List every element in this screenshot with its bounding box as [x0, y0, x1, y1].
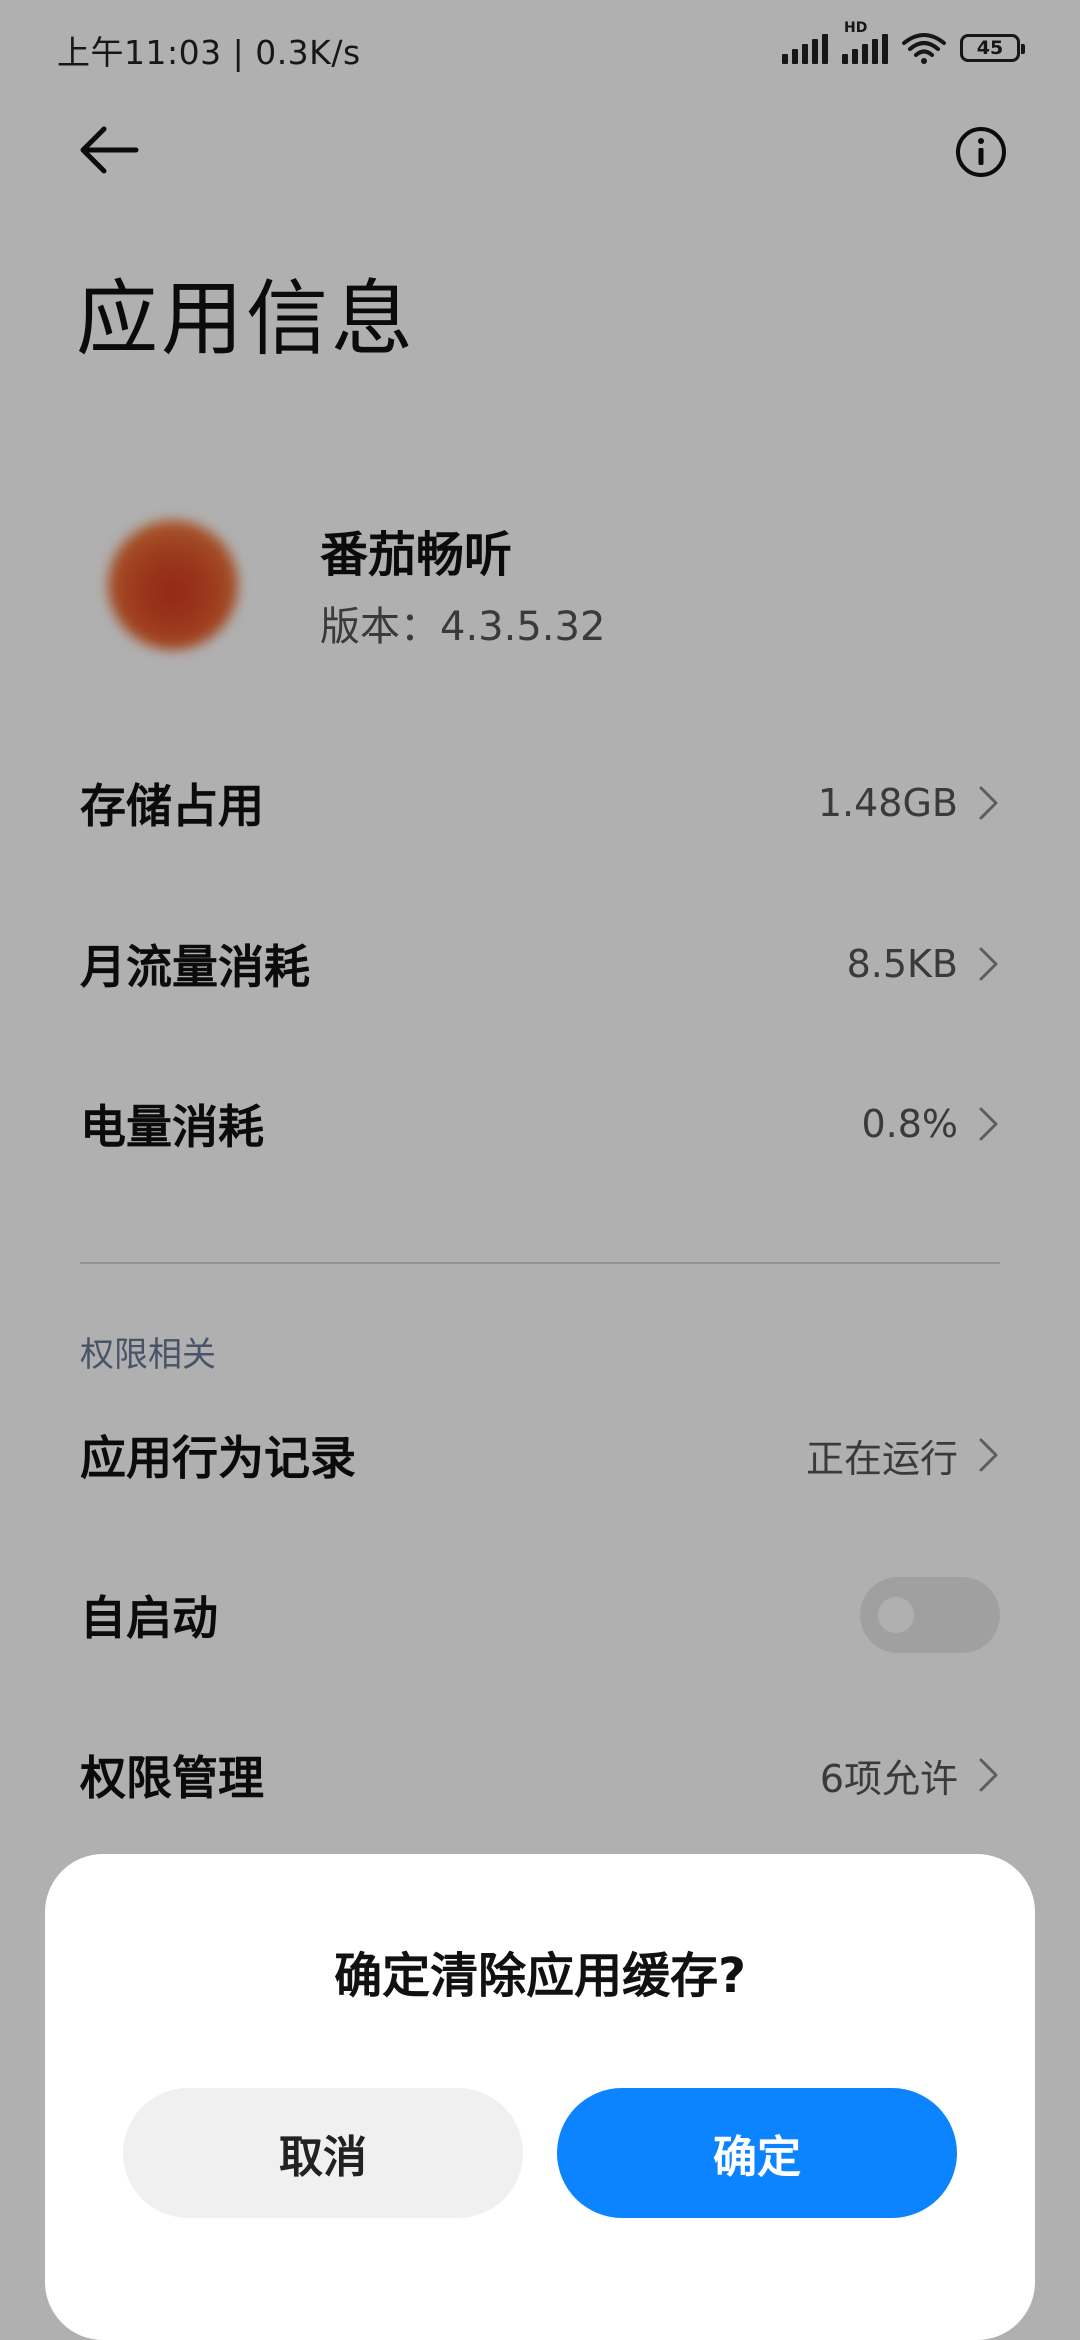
- cancel-button[interactable]: 取消: [123, 2088, 523, 2218]
- clear-cache-dialog: 确定清除应用缓存? 取消 确定: [45, 1854, 1035, 2340]
- dialog-title: 确定清除应用缓存?: [334, 1948, 746, 2004]
- confirm-button[interactable]: 确定: [557, 2088, 957, 2218]
- app-info-screen: 上午11:03 | 0.3K/s HD 45 应用信息 番茄畅听 版本：4.3.…: [0, 0, 1080, 2340]
